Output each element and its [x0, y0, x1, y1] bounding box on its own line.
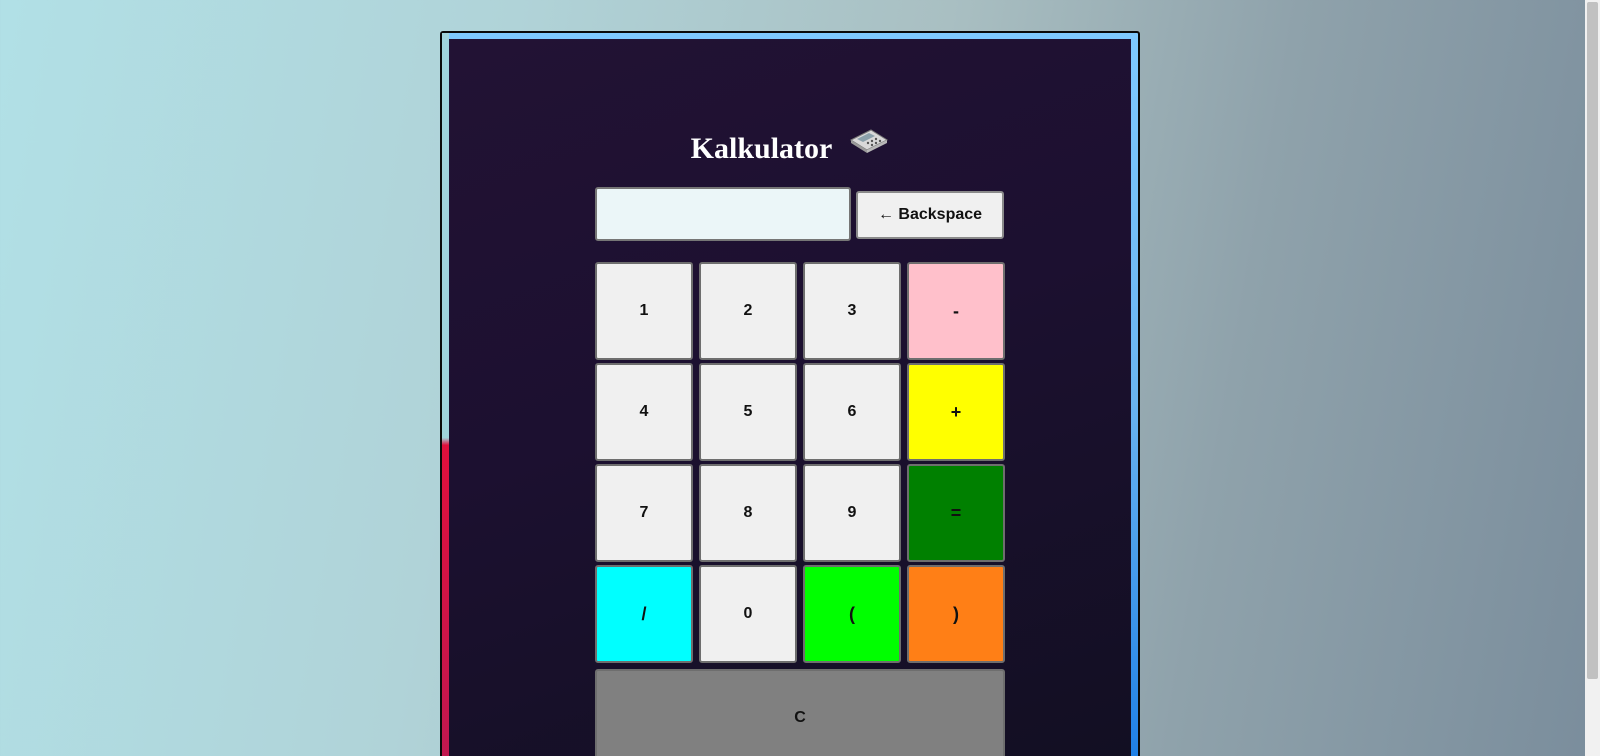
scrollbar-thumb[interactable] [1587, 2, 1598, 679]
key-minus[interactable]: - [907, 262, 1005, 360]
key-plus[interactable]: + [907, 363, 1005, 461]
key-3[interactable]: 3 [803, 262, 901, 360]
key-8[interactable]: 8 [699, 464, 797, 562]
calculator-panel: Kalkulator ← Backspace 1 2 3- 4 5 6 +7 8 9 = /0 [449, 39, 1131, 756]
key-close-paren[interactable]: ) [907, 565, 1005, 663]
key-1[interactable]: 1 [595, 262, 693, 360]
key-0[interactable]: 0 [699, 565, 797, 663]
key-divide[interactable]: / [595, 565, 693, 663]
key-9[interactable]: 9 [803, 464, 901, 562]
calculator-frame: Kalkulator ← Backspace 1 2 3- 4 5 6 +7 8 9 = /0 [440, 31, 1140, 756]
key-2[interactable]: 2 [699, 262, 797, 360]
scrollbar[interactable] [1585, 0, 1600, 756]
calculator-display[interactable] [595, 187, 851, 241]
frame-accent-border [442, 33, 449, 756]
keypad: 1 2 3- 4 5 6 +7 8 9 = /0() [595, 262, 1005, 663]
key-equals[interactable]: = [907, 464, 1005, 562]
key-4[interactable]: 4 [595, 363, 693, 461]
key-open-paren[interactable]: ( [803, 565, 901, 663]
key-6[interactable]: 6 [803, 363, 901, 461]
backspace-button[interactable]: ← Backspace [856, 191, 1004, 239]
page-title-text: Kalkulator [690, 132, 832, 165]
key-7[interactable]: 7 [595, 464, 693, 562]
calculator-icon [849, 125, 889, 153]
clear-button[interactable]: C [595, 669, 1005, 756]
key-5[interactable]: 5 [699, 363, 797, 461]
page-title: Kalkulator [449, 125, 1131, 169]
